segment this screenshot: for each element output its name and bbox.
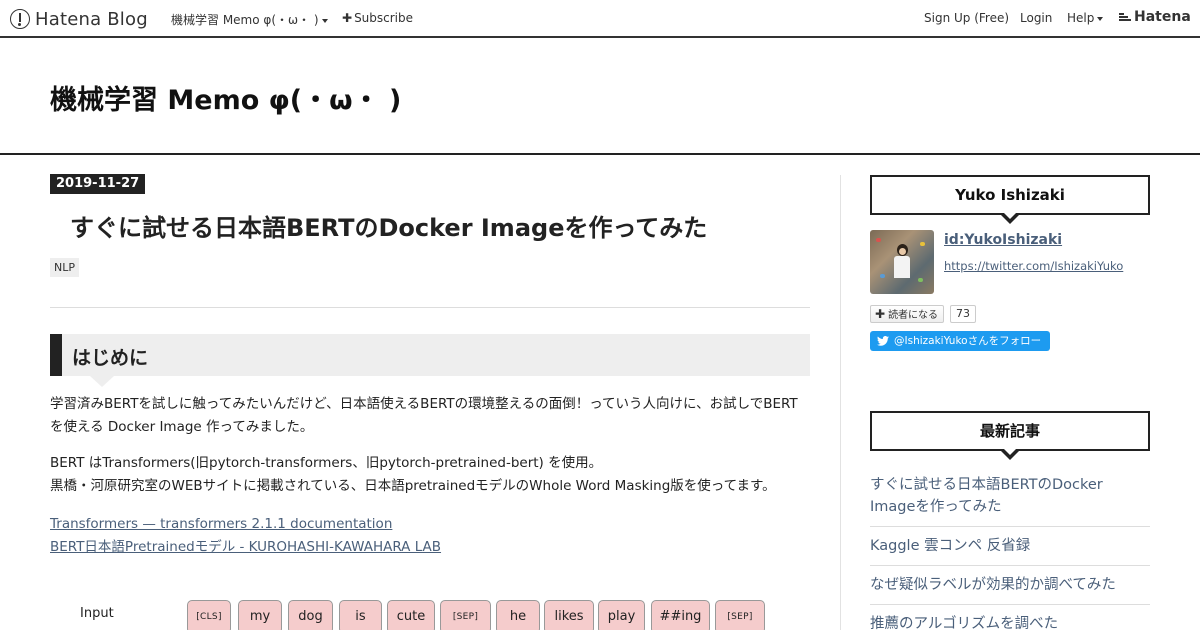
subscribe-label: Subscribe xyxy=(354,11,414,25)
token-box: he xyxy=(496,600,540,630)
recent-heading-text: 最新記事 xyxy=(979,422,1040,440)
usage-line-1: BERT はTransformers(旧pytorch-transformers… xyxy=(50,455,603,471)
usage-line-2: 黒橋・河原研究室のWEBサイトに掲載されている、日本語pretrainedモデル… xyxy=(50,478,776,494)
hatena-label: Hatena xyxy=(1134,9,1191,25)
list-divider xyxy=(870,526,1150,527)
entry-divider xyxy=(50,307,810,308)
profile-name: Yuko Ishizaki xyxy=(955,186,1065,204)
hatena-link[interactable]: Hatena xyxy=(1119,9,1191,25)
blog-menu-label: 機械学習 Memo φ(・ω・ ) xyxy=(171,13,319,27)
recent-module-heading: 最新記事 xyxy=(870,411,1150,460)
entry-title[interactable]: すぐに試せる日本語BERTのDocker Imageを作ってみた xyxy=(70,208,707,243)
reference-links: Transformers — transformers 2.1.1 docume… xyxy=(50,513,441,559)
token-box: [SEP] xyxy=(715,600,765,630)
heading-tail xyxy=(90,376,114,387)
token-box: likes xyxy=(544,600,594,630)
profile-twitter-link[interactable]: https://twitter.com/IshizakiYuko xyxy=(944,259,1123,273)
token-box: my xyxy=(238,600,282,630)
blog-title[interactable]: 機械学習 Memo φ(・ω・ ) xyxy=(50,78,401,117)
token-box: [SEP] xyxy=(440,600,491,630)
plus-icon: ✚ xyxy=(342,11,353,25)
heading-tail xyxy=(1000,448,1020,460)
avatar[interactable] xyxy=(870,230,934,294)
subscribe-button[interactable]: ✚ Subscribe xyxy=(342,11,413,25)
token-box: cute xyxy=(387,600,435,630)
token-box: dog xyxy=(288,600,333,630)
reader-count: 73 xyxy=(950,305,976,323)
usage-paragraph: BERT はTransformers(旧pytorch-transformers… xyxy=(50,452,810,498)
subscribe-reader-button[interactable]: ✚ 読者になる xyxy=(870,305,945,323)
title-divider xyxy=(0,153,1200,155)
token-box: is xyxy=(339,600,382,630)
profile-module-heading: Yuko Ishizaki xyxy=(870,175,1150,224)
twitter-bird-icon xyxy=(877,336,889,346)
list-divider xyxy=(870,565,1150,566)
recent-entry-link[interactable]: Kaggle 雲コンペ 反省録 xyxy=(870,535,1150,557)
category-tag[interactable]: NLP xyxy=(50,258,79,277)
caret-down-icon xyxy=(321,18,328,23)
transformers-docs-link[interactable]: Transformers — transformers 2.1.1 docume… xyxy=(50,513,441,536)
climbing-hold xyxy=(880,274,885,278)
hatena-logo-icon xyxy=(10,9,30,29)
recent-entry-link[interactable]: なぜ疑似ラベルが効果的か調べてみた xyxy=(870,574,1150,596)
column-divider xyxy=(840,175,841,630)
twitter-follow-button[interactable]: @IshizakiYukoさんをフォロー xyxy=(870,331,1050,351)
twitter-follow-label: @IshizakiYukoさんをフォロー xyxy=(894,335,1042,347)
signup-link[interactable]: Sign Up (Free) xyxy=(924,11,1009,25)
blog-menu[interactable]: 機械学習 Memo φ(・ω・ ) xyxy=(171,11,328,28)
login-link[interactable]: Login xyxy=(1020,11,1052,25)
plus-icon: ✚ xyxy=(875,307,886,321)
recent-entry-link[interactable]: 推薦のアルゴリズムを調べた xyxy=(870,613,1150,630)
caret-down-icon xyxy=(1097,16,1104,21)
token-box: [CLS] xyxy=(187,600,231,630)
person-figure xyxy=(892,244,912,284)
help-label: Help xyxy=(1067,11,1095,25)
intro-paragraph: 学習済みBERTを試しに触ってみたいんだけど、日本語使えるBERTの環境整えるの… xyxy=(50,396,798,435)
help-menu[interactable]: Help xyxy=(1067,11,1104,25)
token-box: ##ing xyxy=(651,600,710,630)
section-heading-text: はじめに xyxy=(72,347,149,369)
heading-tail xyxy=(1000,212,1020,224)
kurohashi-lab-link[interactable]: BERT日本語Pretrainedモデル - KUROHASHI-KAWAHAR… xyxy=(50,536,441,559)
list-divider xyxy=(870,604,1150,605)
climbing-hold xyxy=(920,242,925,246)
recent-entry-link[interactable]: すぐに試せる日本語BERTのDocker Imageを作ってみた xyxy=(870,474,1150,518)
figure-input-label: Input xyxy=(80,606,114,621)
global-header: Hatena Blog 機械学習 Memo φ(・ω・ ) ✚ Subscribe… xyxy=(0,0,1200,38)
section-heading: はじめに xyxy=(50,334,810,376)
reader-button-label: 読者になる xyxy=(888,310,939,321)
token-box: play xyxy=(598,600,645,630)
hatena-mark-icon xyxy=(1119,12,1131,22)
climbing-hold xyxy=(918,278,923,282)
climbing-hold xyxy=(876,238,881,242)
logo-text: Hatena Blog xyxy=(35,8,148,30)
hatena-blog-logo[interactable]: Hatena Blog xyxy=(10,8,148,30)
entry-date[interactable]: 2019-11-27 xyxy=(50,174,146,194)
profile-id-link[interactable]: id:YukoIshizaki xyxy=(944,232,1062,248)
